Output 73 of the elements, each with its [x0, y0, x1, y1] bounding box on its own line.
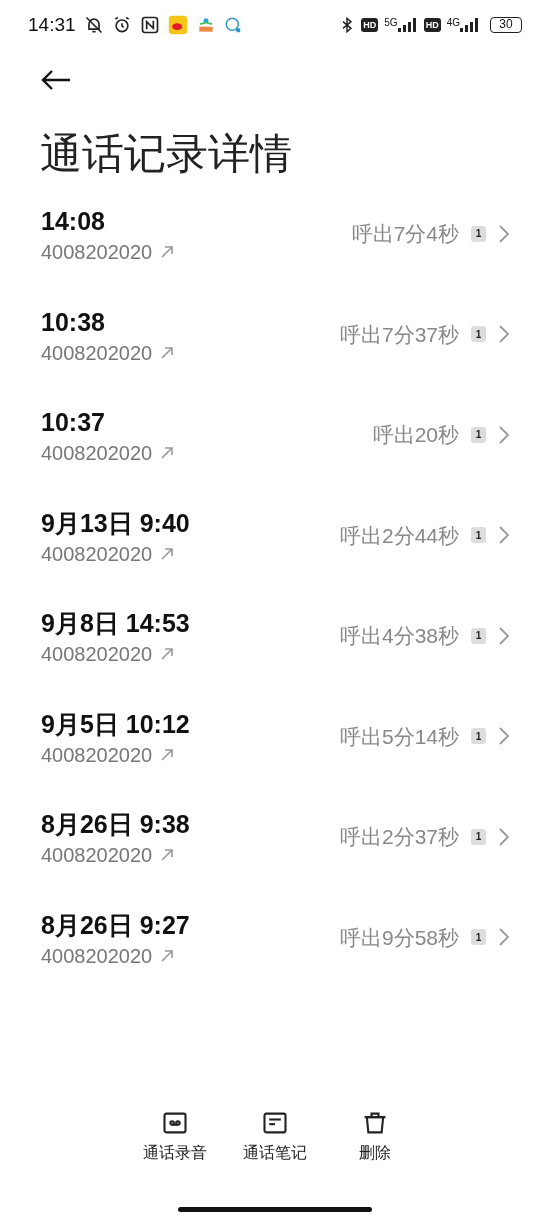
phone-number: 4008202020 — [41, 642, 153, 667]
call-time: 9月5日 10:12 — [41, 708, 190, 740]
outgoing-arrow-icon — [160, 747, 175, 762]
outgoing-arrow-icon — [160, 245, 175, 259]
app-icon — [167, 15, 188, 35]
outgoing-arrow-icon — [160, 948, 175, 963]
chevron-right-icon — [498, 424, 510, 445]
back-icon[interactable] — [40, 69, 72, 91]
chevron-right-icon — [498, 927, 510, 948]
call-row[interactable]: 9月8日 14:53 4008202020 呼出4分38秒 1 — [0, 600, 550, 701]
sim-badge: 1 — [471, 527, 486, 544]
phone-number: 4008202020 — [41, 441, 153, 466]
call-summary: 呼出2分44秒 — [339, 522, 459, 549]
signal-icon — [397, 18, 418, 32]
call-time: 14:08 — [41, 206, 106, 237]
call-row[interactable]: 8月26日 9:27 4008202020 呼出9分58秒 1 — [0, 901, 550, 1002]
signal-icon — [460, 18, 480, 32]
call-time: 8月26日 9:27 — [41, 909, 190, 941]
outgoing-arrow-icon — [160, 446, 175, 460]
call-summary: 呼出5分14秒 — [339, 723, 459, 750]
hd-badge: HD — [423, 18, 441, 32]
phone-number: 4008202020 — [41, 943, 153, 969]
call-row[interactable]: 10:37 4008202020 呼出20秒 1 — [0, 399, 550, 500]
call-summary: 呼出9分58秒 — [339, 924, 459, 951]
call-time: 8月26日 9:38 — [41, 809, 190, 840]
call-summary: 呼出2分37秒 — [339, 824, 459, 850]
call-row[interactable]: 8月26日 9:38 4008202020 呼出2分37秒 1 — [0, 801, 550, 902]
sim-badge: 1 — [471, 326, 486, 343]
call-summary: 呼出4分38秒 — [339, 623, 459, 649]
outgoing-arrow-icon — [160, 345, 175, 360]
network-type: 5G — [384, 18, 398, 28]
chevron-right-icon — [498, 625, 510, 646]
call-row[interactable]: 14:08 4008202020 呼出7分4秒 1 — [0, 198, 550, 299]
call-time: 9月8日 14:53 — [41, 608, 190, 639]
page-title: 通话记录详情 — [39, 129, 293, 179]
chevron-right-icon — [498, 223, 510, 244]
sim-badge: 1 — [471, 225, 486, 242]
outgoing-arrow-icon — [160, 647, 175, 661]
sim-badge: 1 — [471, 728, 486, 745]
clock: 14:31 — [28, 12, 76, 37]
outgoing-arrow-icon — [160, 848, 175, 862]
phone-number: 4008202020 — [41, 541, 153, 567]
sim-badge: 1 — [471, 929, 486, 946]
chevron-right-icon — [498, 826, 510, 847]
chevron-right-icon — [498, 324, 510, 345]
call-row[interactable]: 9月5日 10:12 4008202020 呼出5分14秒 1 — [0, 700, 550, 801]
sim-badge: 1 — [471, 627, 486, 644]
call-summary: 呼出20秒 — [372, 422, 459, 448]
sim-badge: 1 — [471, 828, 486, 845]
bell-muted-icon — [83, 15, 104, 35]
sim-badge: 1 — [471, 426, 486, 443]
call-row[interactable]: 9月13日 9:40 4008202020 呼出2分44秒 1 — [0, 499, 550, 600]
phone-number: 4008202020 — [41, 843, 153, 868]
call-row[interactable]: 10:38 4008202020 呼出7分37秒 1 — [0, 298, 550, 399]
battery-indicator: 30 — [490, 17, 522, 33]
call-summary: 呼出7分37秒 — [339, 321, 459, 348]
outgoing-arrow-icon — [160, 546, 175, 561]
chat-icon — [223, 16, 242, 34]
phone-number: 4008202020 — [41, 742, 153, 768]
phone-number: 4008202020 — [41, 240, 153, 265]
network-type: 4G — [446, 18, 460, 28]
phone-number: 4008202020 — [41, 340, 153, 366]
call-time: 10:37 — [41, 407, 106, 438]
hd-badge: HD — [361, 18, 379, 32]
call-time: 9月13日 9:40 — [41, 507, 190, 539]
chevron-right-icon — [498, 525, 510, 546]
toolbar-button[interactable]: 删除 — [339, 1109, 411, 1165]
toolbar-button[interactable]: 通话录音 — [139, 1109, 211, 1165]
chevron-right-icon — [498, 726, 510, 747]
toolbar-button[interactable]: 通话笔记 — [239, 1109, 311, 1165]
call-summary: 呼出7分4秒 — [351, 221, 459, 247]
call-time: 10:38 — [41, 306, 106, 338]
nfc-icon — [139, 15, 160, 35]
